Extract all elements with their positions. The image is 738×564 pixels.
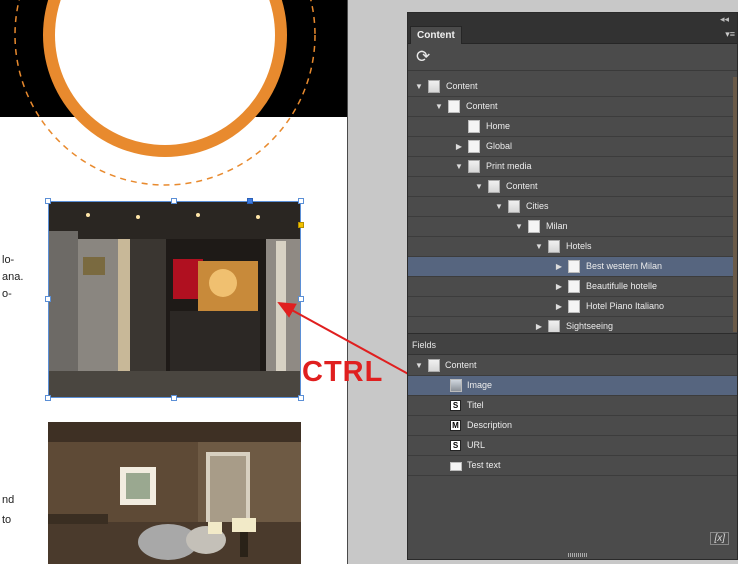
tree-item-label: Content <box>506 181 538 191</box>
ctrl-label: CTRL <box>302 356 384 388</box>
tree-item[interactable]: ▶ Beautifulle hotelle <box>408 277 737 297</box>
page-icon <box>568 280 580 293</box>
image-field-icon <box>450 379 462 392</box>
collapsed-arrow-icon[interactable]: ▶ <box>554 297 564 316</box>
tree-item-label: Content <box>466 101 498 111</box>
expanded-arrow-icon[interactable]: ▼ <box>434 97 444 116</box>
folder-icon <box>428 80 440 93</box>
fields-list: ▼ Content Image S Titel M Description S URL Test … <box>408 356 737 556</box>
tree-item[interactable]: ▼ Cities <box>408 197 737 217</box>
field-item[interactable]: S Titel <box>408 396 737 416</box>
content-panel: ◂◂ Content ▾≡ ⟳ ▼ Content ▼ Content Home ▶ Glo… <box>407 12 738 560</box>
tree-item[interactable]: ▶ Sightseeing <box>408 317 737 332</box>
field-label: Test text <box>467 460 501 470</box>
tree-item-label: Milan <box>546 221 568 231</box>
folder-icon <box>488 180 500 193</box>
folder-icon <box>468 160 480 173</box>
panel-tabbar: Content ▾≡ <box>408 26 737 44</box>
tree-item[interactable]: ▼ Milan <box>408 217 737 237</box>
tree-item-label: Content <box>446 81 478 91</box>
tree-item-label: Cities <box>526 201 549 211</box>
field-label: URL <box>467 440 486 450</box>
collapse-panel-icon[interactable]: ◂◂ <box>720 13 729 26</box>
tree-item-label: Global <box>486 141 513 151</box>
page-icon <box>468 140 480 153</box>
resize-grip[interactable] <box>568 553 588 557</box>
page-icon <box>448 100 460 113</box>
tree-item[interactable]: ▶ Global <box>408 137 737 157</box>
panel-toolbar: ⟳ <box>408 44 737 71</box>
field-item[interactable]: ▼ Content <box>408 356 737 376</box>
tree-item-label: Best western Milan <box>586 261 663 271</box>
collapsed-arrow-icon[interactable]: ▶ <box>534 317 544 332</box>
field-label: Titel <box>467 400 484 410</box>
tree-item-label: Hotel Piano Italiano <box>586 301 665 311</box>
tree-item[interactable]: ▼ Content <box>408 97 737 117</box>
page-icon <box>528 220 540 233</box>
field-label: Image <box>467 380 493 390</box>
folder-icon <box>508 200 520 213</box>
tree-item[interactable]: ▼ Print media <box>408 157 737 177</box>
panel-menu-icon[interactable]: ▾≡ <box>725 26 735 42</box>
tree-item-label: Beautifulle hotelle <box>586 281 658 291</box>
tree-item[interactable]: ▶ Hotel Piano Italiano <box>408 297 737 317</box>
field-item[interactable]: M Description <box>408 416 737 436</box>
variable-icon[interactable]: [x] <box>710 532 729 545</box>
tree-item-label: Home <box>486 121 511 131</box>
multiline-field-icon: M <box>450 420 461 431</box>
collapsed-arrow-icon[interactable]: ▶ <box>454 137 464 156</box>
expanded-arrow-icon[interactable]: ▼ <box>534 237 544 256</box>
page-icon <box>568 260 580 273</box>
tree-item-label: Sightseeing <box>566 321 614 331</box>
tree-item[interactable]: ▼ Content <box>408 77 737 97</box>
tree-item[interactable]: ▼ Content <box>408 177 737 197</box>
screen: lo- ana. o- nd to CTRL ◂◂ Content ▾≡ ⟳ ▼… <box>0 0 738 564</box>
expanded-arrow-icon[interactable]: ▼ <box>494 197 504 216</box>
string-field-icon: S <box>450 400 461 411</box>
fields-header: Fields <box>408 333 737 355</box>
field-label: Description <box>467 420 513 430</box>
expanded-arrow-icon[interactable]: ▼ <box>454 157 464 176</box>
expanded-arrow-icon[interactable]: ▼ <box>514 217 524 236</box>
tree-item[interactable]: ▶ Best western Milan <box>408 257 737 277</box>
string-field-icon: S <box>450 440 461 451</box>
tree-item[interactable]: ▼ Hotels <box>408 237 737 257</box>
field-item[interactable]: Test text <box>408 456 737 476</box>
field-item[interactable]: Image <box>408 376 737 396</box>
field-item[interactable]: S URL <box>408 436 737 456</box>
page-icon <box>568 300 580 313</box>
content-tree: ▼ Content ▼ Content Home ▶ Global ▼ Print media ▼… <box>408 77 737 332</box>
text-field-icon <box>450 462 462 471</box>
tree-item-label: Hotels <box>566 241 592 251</box>
collapsed-arrow-icon[interactable]: ▶ <box>554 277 564 296</box>
refresh-icon[interactable]: ⟳ <box>416 48 430 66</box>
tree-item-label: Print media <box>486 161 532 171</box>
tree-item[interactable]: Home <box>408 117 737 137</box>
folder-field-icon <box>428 359 440 372</box>
page-icon <box>468 120 480 133</box>
expanded-arrow-icon[interactable]: ▼ <box>414 356 424 375</box>
collapsed-arrow-icon[interactable]: ▶ <box>554 257 564 276</box>
panel-titlebar[interactable]: ◂◂ <box>408 13 737 26</box>
expanded-arrow-icon[interactable]: ▼ <box>474 177 484 196</box>
tab-content[interactable]: Content <box>410 26 462 44</box>
folder-icon <box>548 320 560 332</box>
expanded-arrow-icon[interactable]: ▼ <box>414 77 424 96</box>
field-label: Content <box>445 360 477 370</box>
folder-icon <box>548 240 560 253</box>
tree-scrollbar[interactable] <box>733 77 737 332</box>
